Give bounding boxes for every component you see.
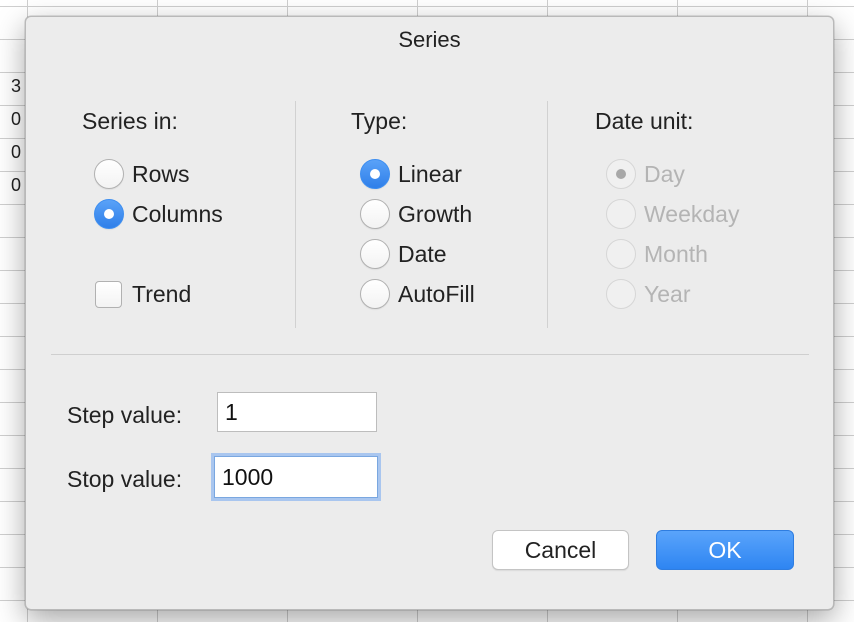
cell-value: 0 (11, 142, 22, 162)
cell-value: 3 (11, 76, 22, 96)
group-divider (547, 101, 548, 328)
date-unit-month-option: Month (606, 238, 708, 270)
trend-label: Trend (132, 280, 192, 307)
date-label: Date (398, 240, 447, 267)
group-divider (295, 101, 296, 328)
series-in-label: Series in: (82, 108, 178, 134)
dialog-title: Series (398, 27, 461, 52)
growth-label: Growth (398, 200, 473, 227)
linear-radio[interactable] (360, 159, 390, 189)
day-radio (606, 159, 636, 189)
series-in-rows-option[interactable]: Rows (94, 158, 190, 190)
rows-radio[interactable] (94, 159, 124, 189)
series-dialog: Series Series in: Rows Columns Trend Typ… (25, 16, 834, 610)
type-autofill-option[interactable]: AutoFill (360, 278, 475, 310)
growth-radio[interactable] (360, 199, 390, 229)
month-radio (606, 239, 636, 269)
trend-checkbox[interactable] (95, 280, 122, 308)
stop-value-label: Stop value: (67, 466, 183, 492)
date-unit-day-option: Day (606, 158, 685, 190)
weekday-radio (606, 199, 636, 229)
type-date-option[interactable]: Date (360, 238, 447, 270)
columns-label: Columns (132, 200, 223, 227)
weekday-label: Weekday (644, 200, 740, 227)
linear-label: Linear (398, 160, 462, 187)
series-in-columns-option[interactable]: Columns (94, 198, 223, 230)
autofill-radio[interactable] (360, 279, 390, 309)
cancel-button[interactable]: Cancel (492, 530, 629, 570)
columns-radio[interactable] (94, 199, 124, 229)
year-radio (606, 279, 636, 309)
date-radio[interactable] (360, 239, 390, 269)
ok-button[interactable]: OK (656, 530, 794, 570)
autofill-label: AutoFill (398, 280, 475, 307)
step-value-label: Step value: (67, 402, 183, 428)
rows-label: Rows (132, 160, 190, 187)
year-label: Year (644, 280, 691, 307)
step-value-input[interactable] (217, 392, 377, 432)
section-divider (51, 354, 809, 355)
day-label: Day (644, 160, 685, 187)
type-linear-option[interactable]: Linear (360, 158, 462, 190)
date-unit-label: Date unit: (595, 108, 694, 134)
cell-value: 0 (11, 175, 22, 195)
type-growth-option[interactable]: Growth (360, 198, 472, 230)
stop-value-input[interactable] (214, 456, 378, 498)
type-label: Type: (351, 108, 408, 134)
date-unit-year-option: Year (606, 278, 690, 310)
cell-value: 0 (11, 109, 22, 129)
date-unit-weekday-option: Weekday (606, 198, 739, 230)
month-label: Month (644, 240, 708, 267)
trend-option[interactable]: Trend (95, 278, 191, 310)
